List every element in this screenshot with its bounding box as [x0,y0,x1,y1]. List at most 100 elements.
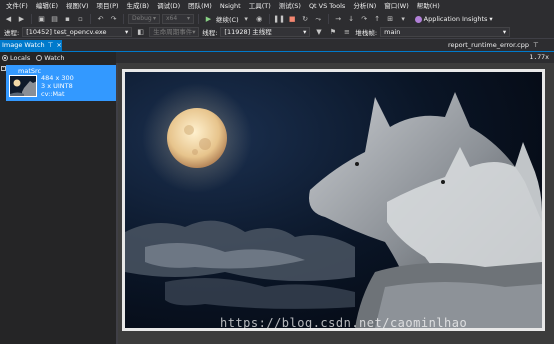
process-select[interactable]: [10452] test_opencv.exe ▾ [22,27,133,37]
lifecycle-events-icon[interactable]: ◧ [135,27,146,38]
continue-play-icon[interactable]: ▶ [203,14,214,25]
continue-button[interactable]: 继续(C) [216,14,239,24]
chevron-down-icon: ▾ [192,28,196,36]
pin-icon[interactable]: ⊤ [533,40,539,51]
image-size: 484 x 300 [41,74,74,82]
variable-list-panel: - matSrc 484 x 300 3 x UINT8 cv::Mat [0,63,116,344]
watch-label: Watch [44,53,65,62]
toolbar: ◀ ▶ ▣ ▤ ▪ ▫ ↶ ↷ Debug ▾ x64 ▾ ▶ 继续(C) ▾ ◉ … [0,12,554,26]
menu-item[interactable]: 团队(M) [184,0,216,12]
menu-item[interactable]: Qt VS Tools [305,0,349,12]
step-icon[interactable]: ⤳ [313,14,324,25]
locals-label: Locals [10,53,31,62]
thread-select[interactable]: [11928] 主线程 ▾ [220,27,311,37]
watch-radio[interactable]: Watch [36,54,64,62]
lightbulb-icon [414,15,422,23]
variable-item-matsrc[interactable]: matSrc 484 x 300 3 x UINT8 cv::Mat [6,65,116,101]
thread-value: [11928] 主线程 [224,28,272,36]
save-all-icon[interactable]: ▫ [75,14,86,25]
step-into-icon[interactable]: ↓ [346,14,357,25]
menu-item[interactable]: 分析(N) [349,0,380,12]
filter-icon[interactable]: ▼ [313,27,324,38]
save-icon[interactable]: ▪ [62,14,73,25]
radio-unselected-icon [36,54,43,61]
tab-image-watch-label: Image Watch [2,41,45,49]
image-canvas[interactable] [125,72,542,328]
tab-row: Image Watch ⊤ × report_runtime_error.cpp… [0,40,554,52]
chevron-down-icon[interactable]: ▾ [398,14,409,25]
watermark-text: https://blog.csdn.net/caominlhao [220,316,468,330]
platform-select[interactable]: x64 ▾ [162,14,194,24]
variable-details: 484 x 300 3 x UINT8 cv::Mat [41,74,74,98]
stack-frame-value: main [384,28,401,36]
pin-icon[interactable]: ⊤ [48,40,54,51]
chevron-down-icon: ▾ [303,28,307,36]
undo-icon[interactable]: ↶ [95,14,106,25]
chevron-down-icon: ▾ [489,15,493,23]
configuration-select[interactable]: Debug ▾ [128,14,160,24]
chevron-down-icon[interactable]: ▾ [241,14,252,25]
variable-name: matSrc [18,67,42,75]
navigate-back-icon[interactable]: ◀ [3,14,14,25]
process-value: [10452] test_opencv.exe [26,28,107,36]
restart-icon[interactable]: ↻ [300,14,311,25]
menu-item[interactable]: 测试(S) [275,0,305,12]
chevron-down-icon: ▾ [186,15,190,22]
pause-icon[interactable]: ❚❚ [273,14,285,25]
open-file-icon[interactable]: ▤ [49,14,60,25]
stack-frame-select[interactable]: main ▾ [380,27,511,37]
stack-frame-icon[interactable]: ≡ [341,27,352,38]
zoom-level: 1.77x [529,53,549,61]
configuration-value: Debug [132,15,152,22]
menu-item[interactable]: Nsight [216,0,245,12]
new-project-icon[interactable]: ▣ [36,14,47,25]
step-over-icon[interactable]: ↷ [359,14,370,25]
menu-bar: 文件(F) 编辑(E) 视图(V) 项目(P) 生成(B) 调试(D) 团队(M) Nsigh… [0,0,554,12]
menu-item[interactable]: 帮助(H) [413,0,444,12]
toolbar-separator [327,14,329,24]
menu-item[interactable]: 编辑(E) [32,0,62,12]
close-icon[interactable]: × [56,40,61,51]
menu-item[interactable]: 窗口(W) [380,0,413,12]
redo-icon[interactable]: ↷ [108,14,119,25]
radio-selected-icon [2,54,8,61]
thread-label: 线程: [202,29,218,37]
flag-icon[interactable]: ⚑ [327,27,338,38]
menu-item[interactable]: 项目(P) [93,0,123,12]
tab-report-runtime-error[interactable]: report_runtime_error.cpp ⊤ [448,40,539,51]
application-insights-button[interactable]: Application Insights ▾ [414,15,493,23]
hex-display-icon[interactable]: ⊞ [385,14,396,25]
platform-value: x64 [166,15,178,22]
step-out-icon[interactable]: ↑ [372,14,383,25]
toolbar-separator [198,14,199,24]
menu-item[interactable]: 文件(F) [2,0,32,12]
toolbar-separator [90,14,91,24]
chevron-down-icon: ▾ [502,28,507,36]
application-insights-label: Application Insights [423,15,488,23]
stack-frame-label: 堆栈帧: [355,29,378,37]
navigate-forward-icon[interactable]: ▶ [16,14,27,25]
show-next-statement-icon[interactable]: → [333,14,344,25]
toolbar-separator [268,14,270,24]
stop-icon[interactable]: ■ [287,14,298,25]
lifecycle-events-select[interactable]: 生命周期事件 ▾ [149,27,200,37]
menu-item[interactable]: 工具(T) [245,0,275,12]
tab-image-watch[interactable]: Image Watch ⊤ × [0,40,62,51]
tab-file-label: report_runtime_error.cpp [448,41,529,49]
locals-radio[interactable]: Locals [2,54,30,62]
toolbar-separator [123,14,124,24]
debug-location-bar: 进程: [10452] test_opencv.exe ▾ ◧ 生命周期事件 ▾ 线… [0,26,554,39]
chevron-down-icon: ▾ [152,15,156,22]
wolves-moon-image [125,72,542,328]
menu-item[interactable]: 视图(V) [62,0,93,12]
process-label: 进程: [4,29,20,37]
image-channels: 3 x UINT8 [41,82,73,90]
chevron-down-icon: ▾ [124,28,129,36]
menu-item[interactable]: 生成(B) [123,0,154,12]
image-type: cv::Mat [41,90,65,98]
viewer-header: 1.77x [116,52,554,63]
menu-item[interactable]: 调试(D) [153,0,184,12]
camera-icon[interactable]: ◉ [254,14,265,25]
lifecycle-events-value: 生命周期事件 [153,28,193,36]
image-thumbnail [9,75,37,97]
